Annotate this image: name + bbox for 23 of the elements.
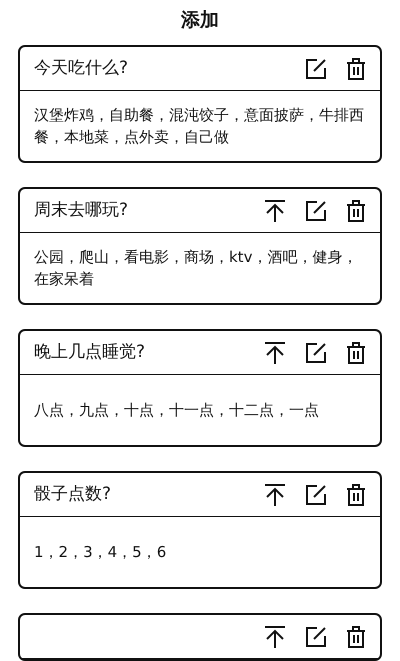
options-text: 汉堡炸鸡，自助餐，混沌饺子，意面披萨，牛排西餐，本地菜，点外卖，自己做 xyxy=(34,105,365,148)
edit-icon[interactable] xyxy=(306,626,326,646)
move-to-top-icon[interactable] xyxy=(264,198,286,222)
delete-icon[interactable] xyxy=(346,342,366,364)
move-to-top-icon[interactable] xyxy=(264,482,286,506)
move-to-top-icon[interactable] xyxy=(264,624,286,648)
card-title: 周末去哪玩? xyxy=(34,200,128,220)
card-title: 骰子点数? xyxy=(34,484,112,504)
delete-icon[interactable] xyxy=(346,200,366,222)
card-title: 今天吃什么? xyxy=(34,58,128,78)
delete-icon[interactable] xyxy=(346,484,366,506)
options-text: 1，2，3，4，5，6 xyxy=(34,542,166,563)
card-title: 晚上几点睡觉? xyxy=(34,342,146,362)
page-title: 添加 xyxy=(181,8,219,33)
options-text: 公园，爬山，看电影，商场，ktv，酒吧，健身，在家呆着 xyxy=(34,247,358,290)
edit-icon[interactable] xyxy=(306,58,326,78)
delete-icon[interactable] xyxy=(346,626,366,648)
edit-icon[interactable] xyxy=(306,200,326,220)
delete-icon[interactable] xyxy=(346,58,366,80)
edit-icon[interactable] xyxy=(306,484,326,504)
move-to-top-icon[interactable] xyxy=(264,340,286,364)
edit-icon[interactable] xyxy=(306,342,326,362)
options-text: 八点，九点，十点，十一点，十二点，一点 xyxy=(34,400,319,421)
